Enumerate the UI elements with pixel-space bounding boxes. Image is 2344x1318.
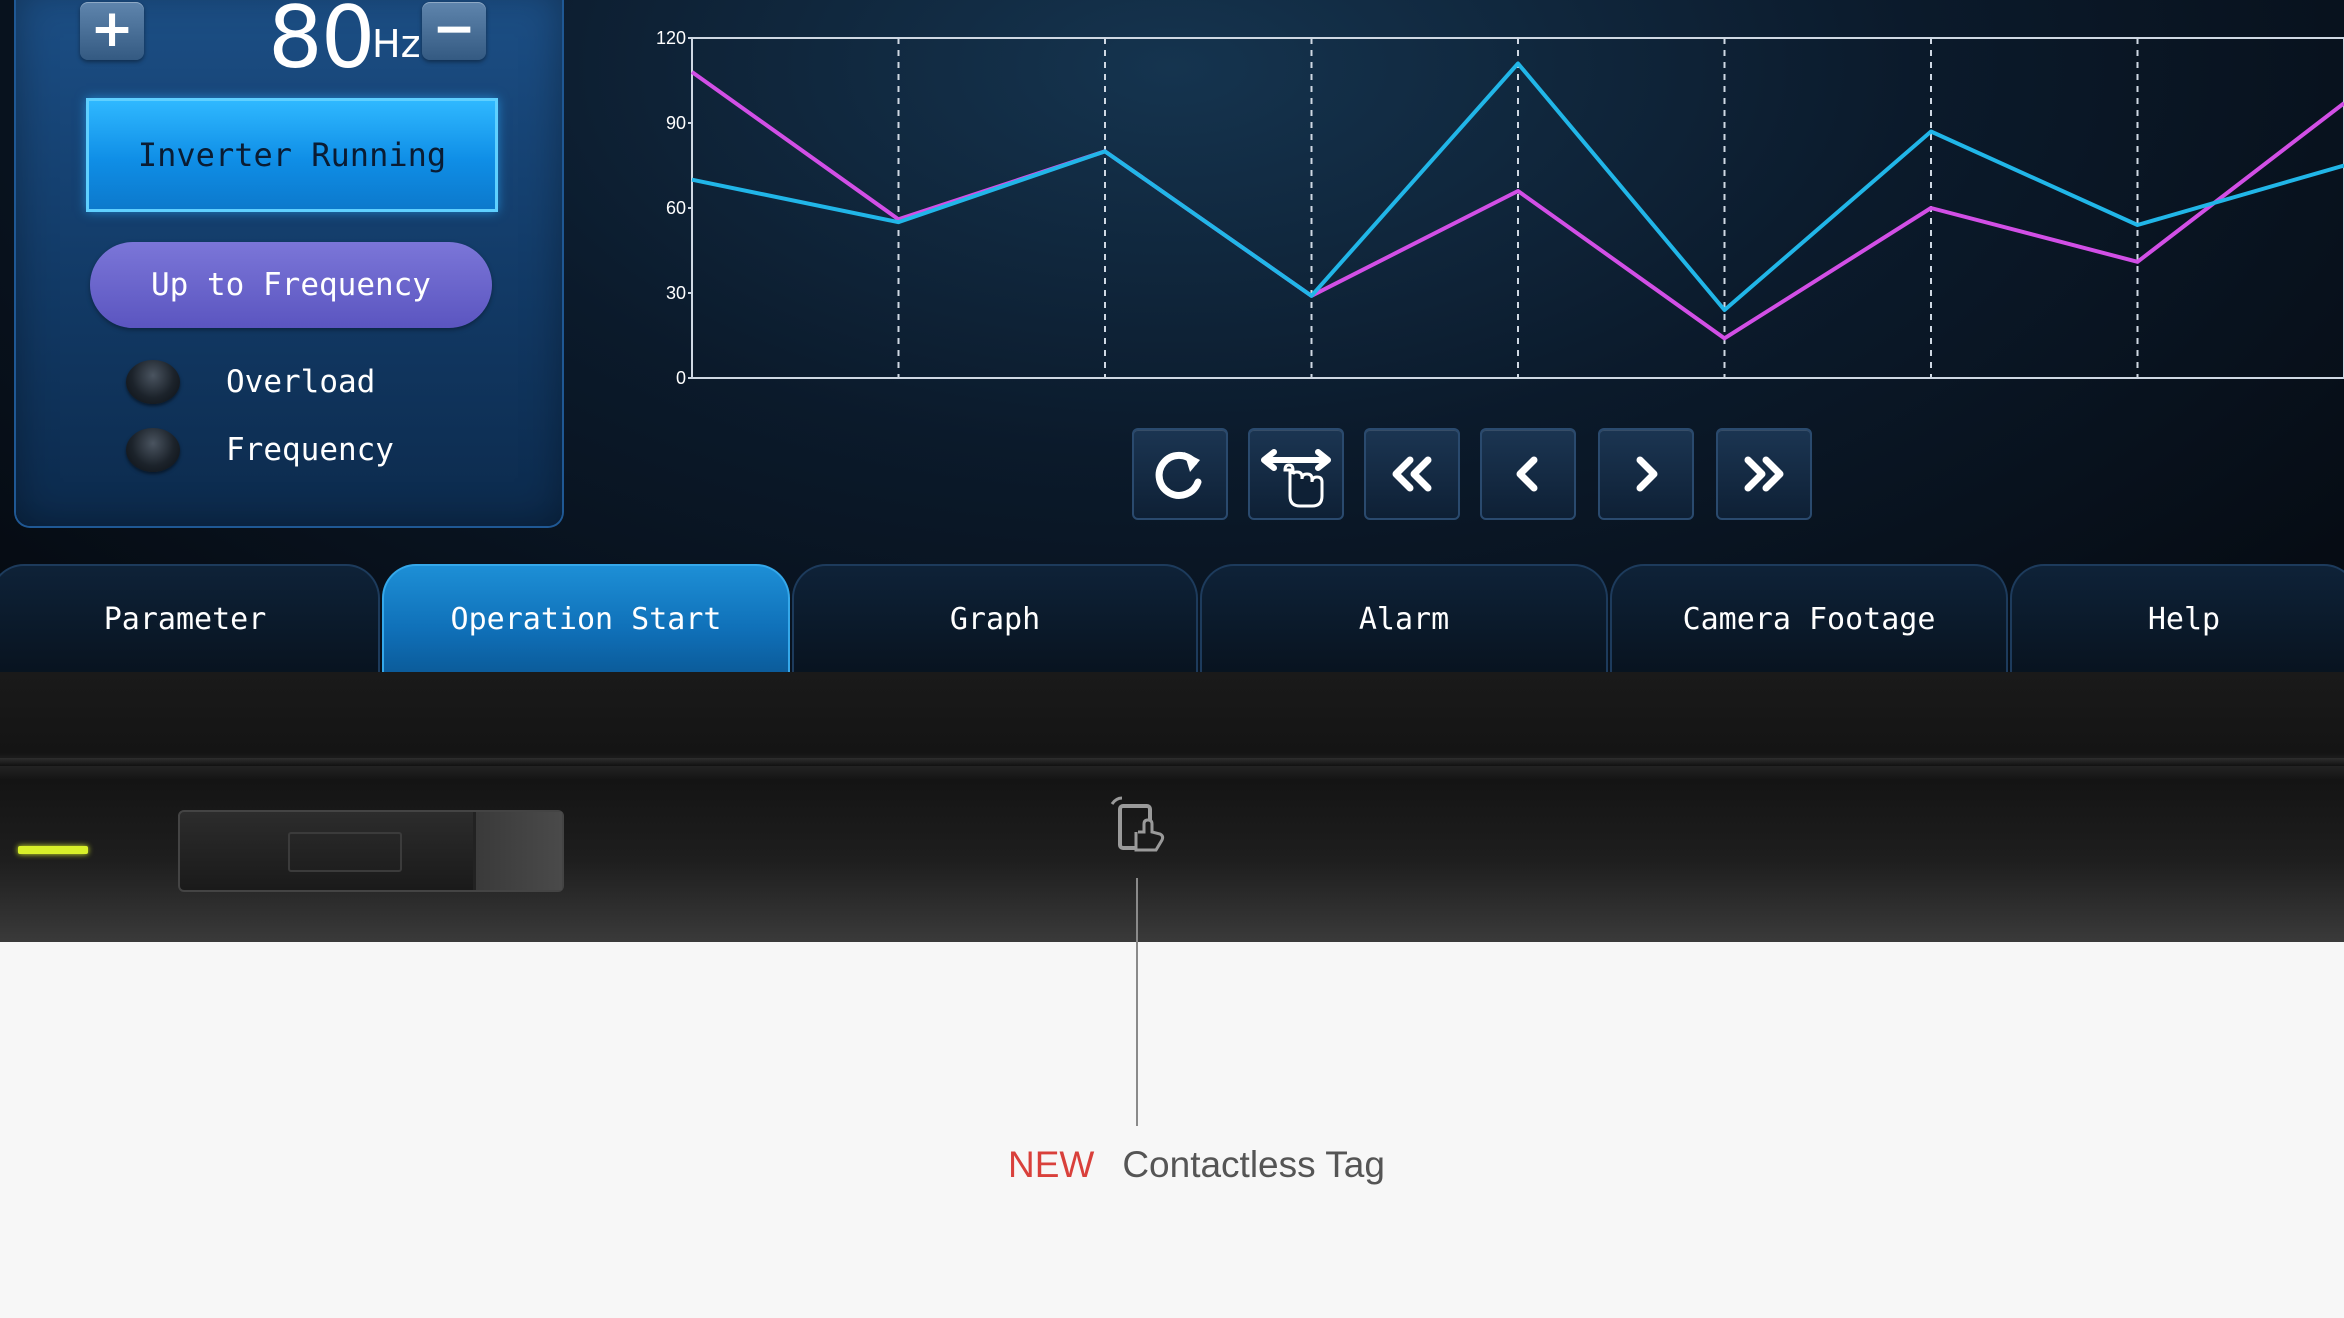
feature-callout: NEW Contactless Tag: [1008, 1144, 1385, 1186]
usb-connector: [473, 812, 562, 890]
frequency-label: Frequency: [226, 432, 394, 468]
tab-operation-start[interactable]: Operation Start: [382, 564, 790, 672]
frequency-decrease-button[interactable]: −: [422, 2, 486, 60]
double-chevron-left-icon: [1392, 456, 1432, 492]
frequency-increase-button[interactable]: +: [80, 2, 144, 60]
tab-graph[interactable]: Graph: [792, 564, 1198, 672]
contactless-tag-icon[interactable]: [1104, 792, 1174, 862]
frequency-lamp: [126, 428, 180, 472]
chevron-right-icon: [1636, 456, 1658, 492]
callout-leader-line: [1136, 878, 1138, 1126]
tab-help[interactable]: Help: [2010, 564, 2344, 672]
hmi-screen: + 80 Hz − Inverter Running Up to Frequen…: [0, 0, 2344, 672]
y-tick-label: 30: [666, 283, 686, 303]
chevron-left-icon: [1516, 456, 1538, 492]
swipe-hand-icon: [1261, 449, 1331, 508]
inverter-running-button[interactable]: Inverter Running: [86, 98, 498, 212]
up-to-frequency-button[interactable]: Up to Frequency: [90, 242, 492, 328]
tab-camera-footage[interactable]: Camera Footage: [1610, 564, 2008, 672]
y-tick-label: 120: [656, 28, 686, 48]
y-tick-label: 60: [666, 198, 686, 218]
last-page-button[interactable]: [1716, 428, 1812, 520]
y-tick-label: 90: [666, 113, 686, 133]
overload-lamp: [126, 360, 180, 404]
tab-alarm[interactable]: Alarm: [1200, 564, 1608, 672]
frequency-line-chart: 0 30 60 90 120: [656, 28, 2344, 388]
refresh-button[interactable]: [1132, 428, 1228, 520]
double-chevron-right-icon: [1744, 456, 1784, 492]
frequency-unit: Hz: [372, 22, 421, 66]
new-badge: NEW: [1008, 1144, 1095, 1185]
refresh-icon: [1155, 451, 1202, 499]
next-button[interactable]: [1598, 428, 1694, 520]
device-bezel: [0, 672, 2344, 942]
usb-drive[interactable]: [178, 810, 564, 892]
swipe-button[interactable]: [1248, 428, 1344, 520]
callout-text: Contactless Tag: [1122, 1144, 1385, 1185]
y-tick-label: 0: [676, 368, 686, 388]
overload-label: Overload: [226, 364, 376, 400]
bezel-edge: [0, 758, 2344, 766]
first-page-button[interactable]: [1364, 428, 1460, 520]
previous-button[interactable]: [1480, 428, 1576, 520]
status-panel: + 80 Hz − Inverter Running Up to Frequen…: [16, 0, 562, 526]
status-led: [18, 846, 88, 854]
tab-parameter[interactable]: Parameter: [0, 564, 380, 672]
frequency-value: 80: [268, 0, 375, 88]
usb-slot-detail: [288, 832, 402, 872]
